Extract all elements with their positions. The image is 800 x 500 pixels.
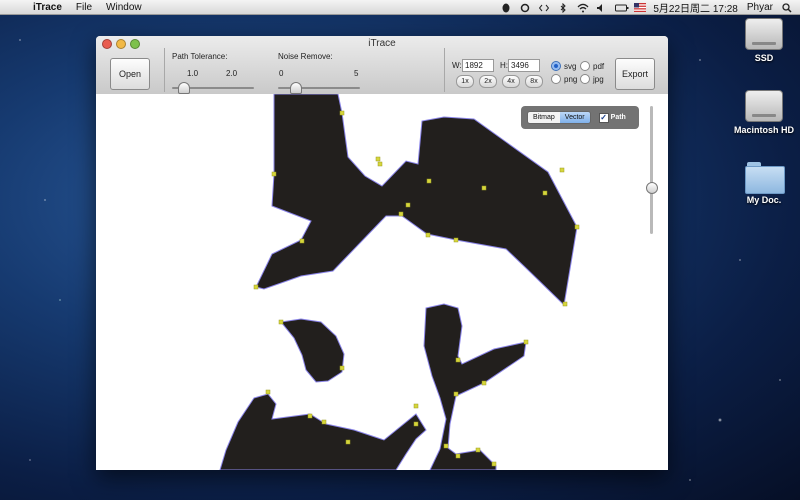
menu-bar: iTrace File Window 5月22日周二 17:28 Phyar bbox=[0, 0, 800, 15]
format-label: pdf bbox=[593, 61, 605, 71]
noise-remove-label: Noise Remove: bbox=[278, 52, 333, 61]
zoom-vertical-slider[interactable] bbox=[650, 106, 653, 234]
desktop-icon-my-doc[interactable]: My Doc. bbox=[729, 162, 799, 205]
penguin-icon[interactable] bbox=[501, 3, 511, 12]
menu-extras: 5月22日周二 17:28 Phyar bbox=[501, 0, 800, 15]
radio-icon bbox=[551, 74, 561, 84]
menu-user[interactable]: Phyar bbox=[747, 2, 773, 13]
code-arrows-icon[interactable] bbox=[539, 3, 550, 12]
menu-app-name[interactable]: iTrace bbox=[26, 2, 69, 13]
format-svg-radio[interactable]: svg bbox=[551, 61, 576, 71]
us-flag-icon[interactable] bbox=[634, 2, 647, 12]
width-label: W: bbox=[452, 61, 462, 70]
bitmap-mode-button[interactable]: Bitmap bbox=[528, 112, 560, 123]
desktop-icon-label: My Doc. bbox=[746, 195, 782, 205]
format-pdf-radio[interactable]: pdf bbox=[580, 61, 604, 71]
radio-icon bbox=[580, 61, 590, 71]
volume-icon[interactable] bbox=[596, 3, 606, 12]
menu-file[interactable]: File bbox=[69, 2, 99, 13]
height-field[interactable]: 3496 bbox=[508, 59, 540, 72]
window-toolbar: iTrace Open Path Tolerance: 1.0 2.0 Nois… bbox=[96, 36, 668, 95]
desktop-icon-label: SSD bbox=[754, 53, 774, 63]
zoom-1x-button[interactable]: 1x bbox=[456, 75, 474, 88]
noise-remove-knob[interactable] bbox=[290, 82, 302, 94]
path-checkbox-label: Path bbox=[610, 114, 626, 121]
window-title: iTrace bbox=[368, 38, 396, 49]
zoom-8x-button[interactable]: 8x bbox=[525, 75, 543, 88]
battery-icon[interactable] bbox=[615, 3, 629, 12]
wifi-icon[interactable] bbox=[577, 3, 589, 12]
radio-selected-icon bbox=[551, 61, 561, 71]
format-label: svg bbox=[564, 61, 577, 71]
zoom-2x-button[interactable]: 2x bbox=[479, 75, 497, 88]
folder-icon bbox=[745, 162, 785, 194]
export-button[interactable]: Export bbox=[615, 58, 655, 90]
path-tolerance-min: 1.0 bbox=[187, 69, 199, 78]
toolbar-divider bbox=[164, 48, 165, 92]
radio-icon bbox=[580, 74, 590, 84]
vector-glyph-preview bbox=[219, 94, 580, 470]
desktop-icon-macintosh-hd[interactable]: Macintosh HD bbox=[729, 90, 799, 135]
width-field[interactable]: 1892 bbox=[462, 59, 494, 72]
checkmark-icon: ✓ bbox=[598, 112, 609, 123]
view-options-panel: Bitmap Vector ✓ Path bbox=[521, 106, 639, 129]
zoom-slider-knob[interactable] bbox=[646, 182, 658, 194]
zoom-4x-button[interactable]: 4x bbox=[502, 75, 520, 88]
path-checkbox[interactable]: ✓ Path bbox=[598, 112, 626, 123]
noise-remove-min: 0 bbox=[279, 69, 284, 78]
format-jpg-radio[interactable]: jpg bbox=[580, 74, 604, 84]
vector-mode-button[interactable]: Vector bbox=[559, 112, 590, 123]
height-label: H: bbox=[500, 61, 508, 70]
menu-window[interactable]: Window bbox=[99, 2, 149, 13]
path-tolerance-label: Path Tolerance: bbox=[172, 52, 228, 61]
gear-status-icon[interactable] bbox=[520, 3, 530, 12]
format-label: png bbox=[564, 74, 578, 84]
menu-clock[interactable]: 5月22日周二 17:28 bbox=[653, 0, 738, 15]
trace-canvas[interactable]: Bitmap Vector ✓ Path bbox=[96, 94, 668, 470]
bluetooth-icon[interactable] bbox=[558, 2, 568, 13]
toolbar-divider bbox=[444, 48, 445, 92]
open-button[interactable]: Open bbox=[110, 58, 150, 90]
format-label: jpg bbox=[593, 74, 604, 84]
itrace-window: iTrace Open Path Tolerance: 1.0 2.0 Nois… bbox=[96, 36, 668, 470]
spotlight-search-icon[interactable] bbox=[782, 2, 792, 13]
format-png-radio[interactable]: png bbox=[551, 74, 577, 84]
hard-drive-icon bbox=[745, 18, 783, 50]
path-tolerance-max: 2.0 bbox=[226, 69, 238, 78]
path-tolerance-knob[interactable] bbox=[178, 82, 190, 94]
noise-remove-max: 5 bbox=[354, 69, 359, 78]
desktop-icon-ssd[interactable]: SSD bbox=[729, 18, 799, 63]
view-mode-segmented: Bitmap Vector bbox=[527, 111, 591, 124]
hard-drive-icon bbox=[745, 90, 783, 122]
desktop-icon-label: Macintosh HD bbox=[733, 125, 794, 135]
